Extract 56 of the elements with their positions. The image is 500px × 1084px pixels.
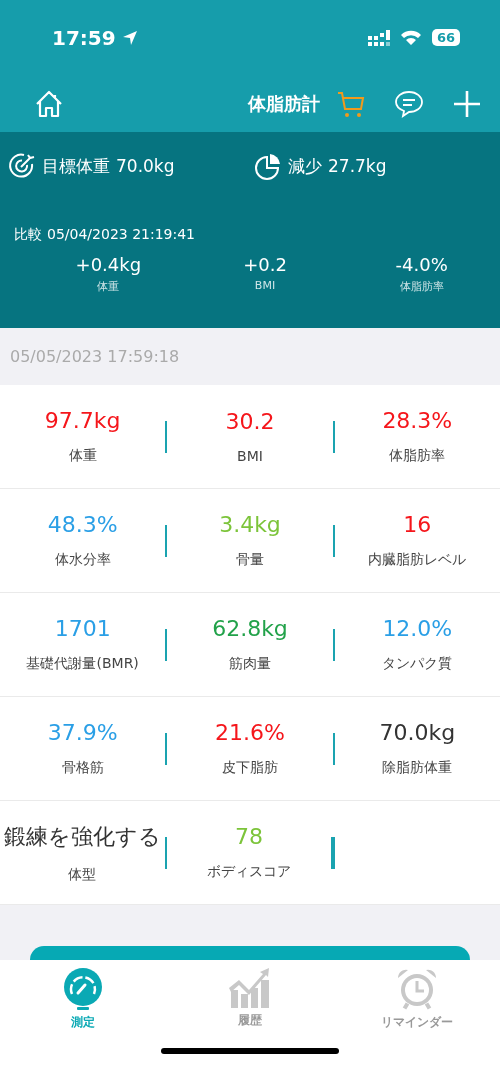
metric-label: 皮下脂肪 — [222, 759, 278, 777]
metric-label: ボディスコア — [207, 863, 291, 881]
metric-value: 48.3% — [47, 512, 118, 537]
alarm-clock-icon — [395, 968, 438, 1010]
metric-value: 97.7kg — [44, 408, 121, 433]
location-arrow-icon — [121, 29, 138, 46]
metric-value: 鍛練を強化する — [3, 822, 161, 851]
wifi-icon — [399, 29, 422, 46]
metric-label: 基礎代謝量(BMR) — [26, 655, 139, 673]
metric-value: 21.6% — [215, 720, 285, 745]
metric-value: 78 — [235, 824, 263, 849]
chat-icon[interactable] — [394, 88, 424, 119]
metric-label: 筋肉量 — [229, 655, 271, 673]
metric-label: 除脂肪体重 — [382, 759, 453, 777]
tab[interactable]: 履歴 — [180, 968, 320, 1048]
metric-value: 28.3% — [382, 408, 453, 433]
metric-label: タンパク質 — [382, 655, 453, 673]
delta-label: 体脂肪率 — [399, 279, 444, 294]
metric-value: 62.8kg — [212, 616, 288, 641]
goal-weight-value: 70.0kg — [116, 156, 175, 176]
goal-weight-label: 目標体重 — [42, 154, 110, 178]
metric-label: 骨量 — [236, 551, 264, 569]
home-icon[interactable] — [34, 88, 64, 119]
delta-value: +0.2 — [243, 254, 287, 275]
metric-label: 骨格筋 — [61, 759, 104, 777]
metric-value: 70.0kg — [379, 720, 456, 745]
tab[interactable]: 測定 — [13, 968, 154, 1048]
metric-label: 体重 — [68, 447, 97, 465]
gauge-icon — [63, 968, 104, 1010]
metric-value: 12.0% — [382, 616, 453, 641]
delta-label: BMI — [254, 279, 276, 292]
target-icon — [8, 152, 36, 180]
delta-label: 体重 — [97, 279, 120, 294]
battery-indicator: 66 — [431, 29, 460, 46]
metric-label: 内臓脂肪レベル — [368, 551, 467, 569]
metric-label: 体水分率 — [54, 551, 111, 569]
status-time: 17:59 — [52, 25, 116, 50]
metric-label: BMI — [237, 448, 263, 464]
metric-label: 体型 — [68, 865, 97, 884]
delta-value: -4.0% — [395, 254, 448, 275]
delta-value: +0.4kg — [75, 254, 142, 275]
loss-value: 27.7kg — [328, 156, 387, 176]
metric-value: 30.2 — [225, 409, 275, 434]
metric-value: 16 — [403, 512, 432, 537]
compare-label: 比較 — [14, 226, 42, 244]
compare-time: 05/04/2023 21:19:41 — [47, 226, 196, 244]
tab[interactable]: リマインダー — [346, 968, 487, 1048]
bar-chart-icon — [229, 968, 271, 1008]
metric-value: 37.9% — [47, 720, 118, 745]
metric-value: 1701 — [54, 616, 111, 641]
add-icon[interactable] — [452, 88, 482, 119]
app-title: 体脂肪計 — [248, 91, 320, 116]
pie-chart-icon — [254, 152, 282, 180]
loss-label: 減少 — [288, 154, 322, 178]
metric-value: 3.4kg — [219, 512, 281, 537]
metric-label: 体脂肪率 — [389, 447, 446, 465]
